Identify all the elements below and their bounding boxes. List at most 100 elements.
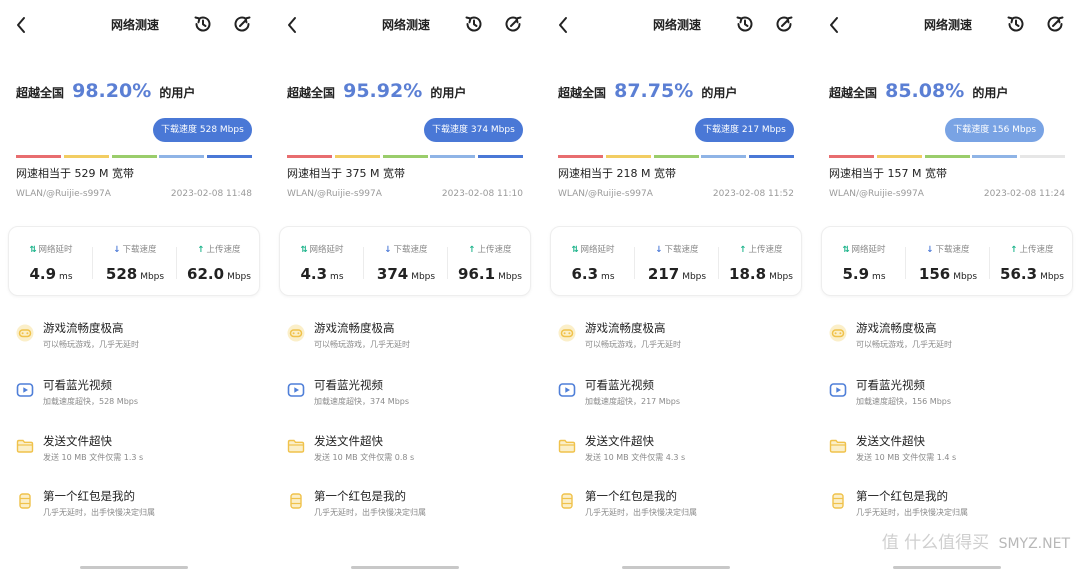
speed-level-bar [287,155,523,158]
percentile-line: 超越全国 95.92% 的用户 [287,80,466,102]
stat-latency-value: 4.3 ms [280,264,364,283]
gamepad-icon [558,324,576,342]
speed-level-bar [829,155,1065,158]
feature-red-packet-title: 第一个红包是我的 [856,489,948,503]
history-icon[interactable] [734,13,756,35]
home-indicator[interactable] [893,566,1001,569]
feature-file-desc: 发送 10 MB 文件仅需 4.3 s [585,453,686,462]
history-icon[interactable] [192,13,214,35]
stat-upload: ↑ 上传速度 18.8 Mbps [719,227,803,297]
feature-red-packet-title: 第一个红包是我的 [314,489,406,503]
upload-unit: Mbps [1040,272,1064,282]
upload-arrow-icon: ↑ [1010,245,1018,255]
level-segment-2 [605,155,651,158]
watermark-site: SMYZ.NET [998,536,1070,552]
latency-number: 4.9 [29,265,57,283]
upload-arrow-icon: ↑ [739,245,747,255]
stats-card: ⇅ 网络延时 4.9 ms ↓ 下载速度 528 Mbps ↑ 上传速度 62.0 Mbps [8,226,260,296]
home-indicator[interactable] [351,566,459,569]
download-arrow-icon: ↓ [113,245,121,255]
feature-red-packet-title: 第一个红包是我的 [43,489,135,503]
level-segment-1 [287,155,332,158]
percentile-line: 超越全国 98.20% 的用户 [16,80,195,102]
upload-label-text: 上传速度 [477,245,512,255]
history-icon[interactable] [1005,13,1027,35]
feature-red-packet-desc: 几乎无延时，出手快慢决定归属 [314,508,426,517]
feature-gaming-title: 游戏流畅度极高 [314,321,395,335]
latency-icon: ⇅ [300,245,308,255]
download-speed-tooltip: 下载速度 374 Mbps [424,118,523,142]
download-number: 528 [105,265,138,283]
download-unit: Mbps [140,272,165,282]
speedtest-screen: 网络测速 超越全国 87.75% 的用户 下载速度 217 Mbps 网速相当于… [542,0,812,570]
network-name: WLAN/@Ruijie-s997A [829,189,924,199]
upload-label-text: 上传速度 [1019,245,1054,255]
feature-video: 可看蓝光视频 加载速度超快，528 Mbps [16,377,256,413]
network-name: WLAN/@Ruijie-s997A [16,189,111,199]
upload-arrow-icon: ↑ [197,245,205,255]
feature-red-packet: 第一个红包是我的 几乎无延时，出手快慢决定归属 [287,488,527,524]
latency-unit: ms [59,272,73,282]
percentile-line: 超越全国 85.08% 的用户 [829,80,1008,102]
refresh-icon[interactable] [502,13,524,35]
history-icon[interactable] [463,13,485,35]
stat-download-label: ↓ 下载速度 [364,243,448,255]
download-label-text: 下载速度 [935,245,970,255]
upload-label-text: 上传速度 [748,245,783,255]
upload-number: 96.1 [458,265,496,283]
stat-download-label: ↓ 下载速度 [635,243,719,255]
page-title: 网络测速 [381,18,430,32]
upload-arrow-icon: ↑ [468,245,476,255]
upload-unit: Mbps [769,272,793,282]
refresh-icon[interactable] [773,13,795,35]
download-speed-tooltip: 下载速度 528 Mbps [153,118,252,142]
stat-upload-label: ↑ 上传速度 [990,243,1074,255]
level-segment-4 [972,155,1018,158]
latency-label-text: 网络延时 [851,245,886,255]
feature-gaming-desc: 可以畅玩游戏，几乎无延时 [856,340,952,349]
stat-latency-value: 4.9 ms [9,264,93,283]
speedtest-screen: 网络测速 超越全国 85.08% 的用户 下载速度 156 Mbps 网速相当于… [813,0,1080,570]
latency-icon: ⇅ [842,245,850,255]
level-segment-3 [924,155,970,158]
feature-red-packet-desc: 几乎无延时，出手快慢决定归属 [856,508,968,517]
top-bar: 网络测速 [0,0,270,50]
percentile-value: 87.75% [614,80,694,102]
stat-download: ↓ 下载速度 156 Mbps [906,227,990,297]
download-label-text: 下载速度 [393,245,428,255]
stat-download-value: 528 Mbps [93,264,177,283]
home-indicator[interactable] [80,566,188,569]
network-name: WLAN/@Ruijie-s997A [287,189,382,199]
feature-file-title: 发送文件超快 [585,434,654,448]
upload-number: 62.0 [187,265,225,283]
level-segment-3 [111,155,157,158]
stat-download-label: ↓ 下载速度 [93,243,177,255]
feature-gaming-title: 游戏流畅度极高 [856,321,937,335]
bandwidth-equivalent: 网速相当于 375 M 宽带 [287,167,405,180]
download-label-text: 下载速度 [664,245,699,255]
home-indicator[interactable] [622,566,730,569]
stat-upload-label: ↑ 上传速度 [177,243,261,255]
percentile-prefix: 超越全国 [558,86,607,100]
feature-file-transfer: 发送文件超快 发送 10 MB 文件仅需 1.4 s [829,433,1069,469]
stat-upload: ↑ 上传速度 56.3 Mbps [990,227,1074,297]
stat-upload-value: 96.1 Mbps [448,264,532,283]
feature-gaming: 游戏流畅度极高 可以畅玩游戏，几乎无延时 [558,320,798,356]
test-timestamp: 2023-02-08 11:48 [170,189,252,199]
refresh-icon[interactable] [231,13,253,35]
comparison-screens: 网络测速 超越全国 98.20% 的用户 下载速度 528 Mbps 网速相当于… [0,0,1080,570]
refresh-icon[interactable] [1044,13,1066,35]
level-segment-4 [701,155,747,158]
latency-label-text: 网络延时 [38,245,73,255]
cup-icon [561,493,573,509]
stat-latency: ⇅ 网络延时 5.9 ms [822,227,906,297]
stat-latency: ⇅ 网络延时 6.3 ms [551,227,635,297]
feature-video-desc: 加载速度超快，374 Mbps [314,397,410,406]
stat-download-value: 374 Mbps [364,264,448,283]
level-segment-1 [558,155,603,158]
feature-red-packet: 第一个红包是我的 几乎无延时，出手快慢决定归属 [16,488,256,524]
latency-number: 6.3 [571,265,599,283]
download-number: 374 [376,265,409,283]
latency-unit: ms [601,272,615,282]
stat-latency: ⇅ 网络延时 4.3 ms [280,227,364,297]
